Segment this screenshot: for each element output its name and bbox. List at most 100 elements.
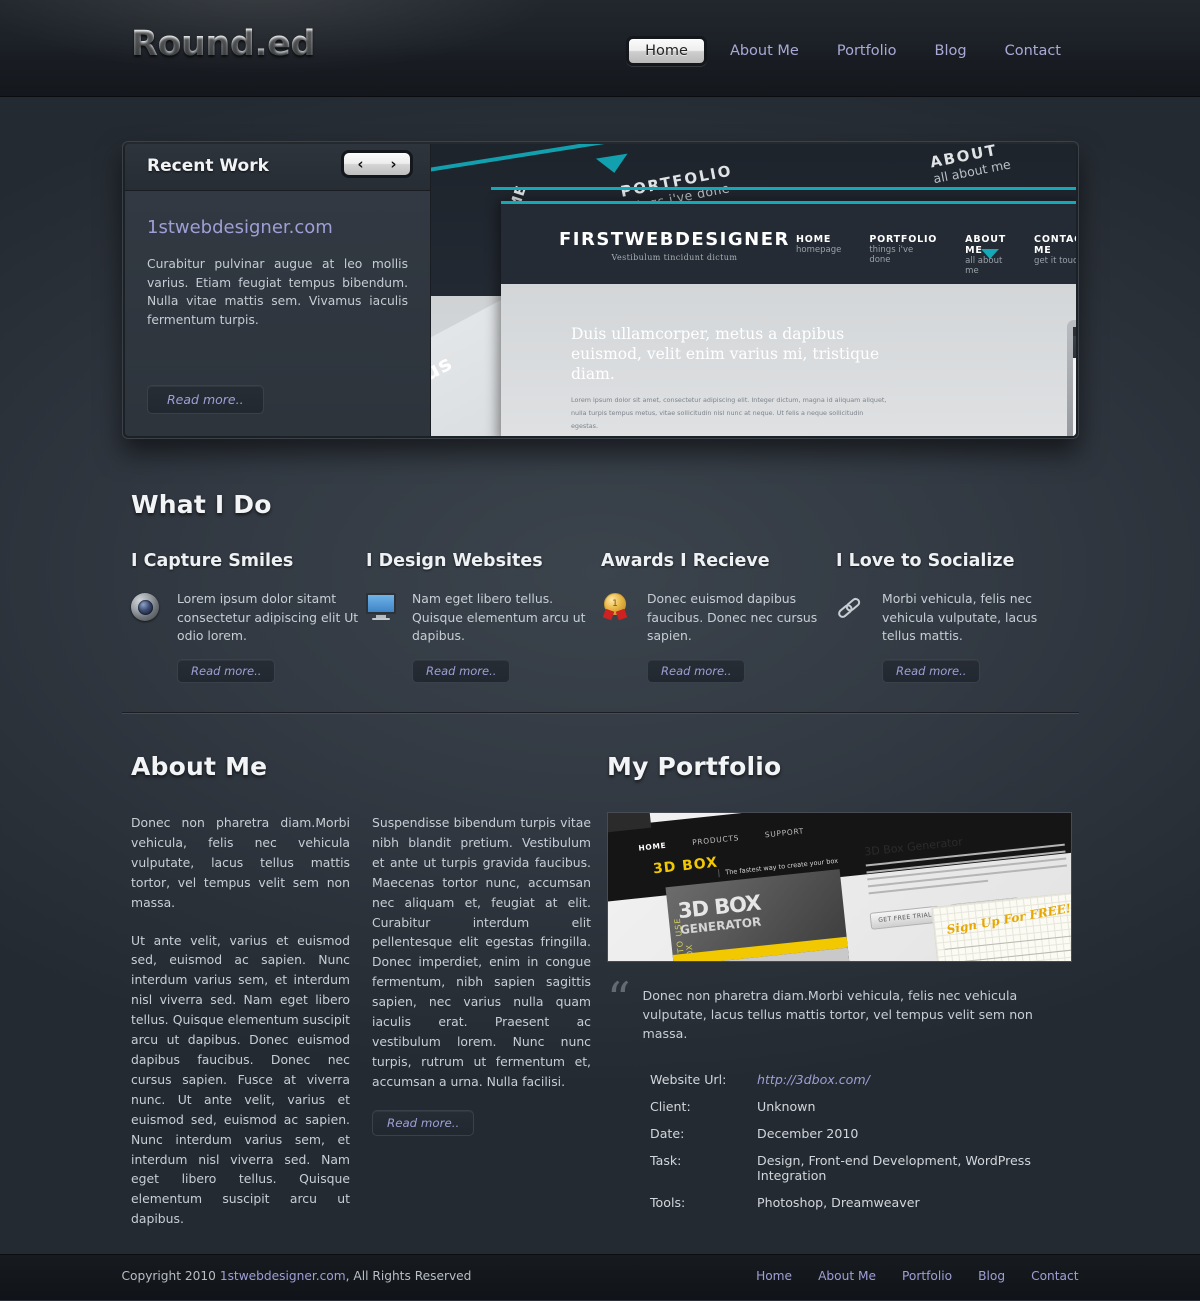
service-heading: I Design Websites [366,551,543,571]
section-divider [122,712,1079,714]
recent-work-read-more-button[interactable]: Read more.. [147,385,264,414]
footer-nav-home[interactable]: Home [756,1269,792,1283]
about-paragraph: Ut ante velit, varius et euismod sed, eu… [131,932,350,1227]
meta-key: Client: [650,1099,691,1114]
medal-icon: 1 [601,590,635,646]
recent-work-item-title[interactable]: 1stwebdesigner.com [147,217,408,238]
service-text: Morbi vehicula, felis nec vehicula vulpu… [882,591,1038,643]
page-root: Round.ed Home About Me Portfolio Blog Co… [0,0,1200,1300]
portfolio-screenshot[interactable]: HOME PRODUCTS SUPPORT 3D BOX The fastest… [607,812,1072,962]
featured-menu-contact-sub: get it touch [1034,256,1076,266]
table-row: Date: December 2010 [650,1121,1047,1146]
footer-nav-about-me[interactable]: About Me [818,1269,876,1283]
imac-mockup: 1st ⚙ 🎁 🖥 ✂ Most Commented [1067,320,1076,436]
footer-nav-portfolio[interactable]: Portfolio [902,1269,952,1283]
recent-work-panel: Recent Work ‹ › 1stwebdesigner.com Curab… [125,144,431,436]
featured-menu-about-title: ABOUT ME [965,234,1007,256]
featured-menu-home[interactable]: HOME homepage [796,234,841,276]
imac-thumb-grid [1073,379,1076,436]
site-header: Round.ed Home About Me Portfolio Blog Co… [0,0,1200,97]
featured-menu-portfolio[interactable]: PORTFOLIO things i've done [869,234,937,276]
footer-copyright-link[interactable]: 1stwebdesigner.com [220,1269,346,1283]
nav-item-blog[interactable]: Blog [916,37,986,66]
meta-key: Date: [650,1126,685,1141]
table-row: Task: Design, Front-end Development, Wor… [650,1148,1047,1188]
portfolio-quote-text: Donec non pharetra diam.Morbi vehicula, … [642,988,1033,1041]
site-logo[interactable]: Round.ed [131,24,315,64]
footer-copyright-prefix: Copyright 2010 [121,1269,220,1283]
service-text: Donec euismod dapibus faucibus. Donec ne… [647,591,818,643]
about-paragraph: Suspendisse bibendum turpis vitae nibh b… [372,815,591,1089]
about-column-2: Suspendisse bibendum turpis vitae nibh b… [372,813,591,1247]
imac-screen-content: 1st ⚙ 🎁 🖥 ✂ Most Commented [1073,327,1076,436]
service-column-awards: Awards I Recieve 1 Donec euismod dapibus… [601,551,836,683]
portfolio-shot-signup-text: Sign Up For FREE! [945,901,1072,937]
service-column-capture-smiles: I Capture Smiles Lorem ipsum dolor sitam… [131,551,366,683]
what-i-do-columns: I Capture Smiles Lorem ipsum dolor sitam… [131,551,1071,683]
teal-triangle-icon [595,153,631,176]
portfolio-shot-signup: Sign Up For FREE! [931,891,1072,961]
about-read-more-button[interactable]: Read more.. [372,1109,475,1136]
featured-image[interactable]: us HOME PORTFOLIO things i've done ABOUT… [431,144,1076,436]
service-read-more-button[interactable]: Read more.. [177,658,276,683]
recent-work-item-text: Curabitur pulvinar augue at leo mollis v… [147,257,408,327]
link-icon [836,590,870,646]
rotated-about-label: ABOUT all about me [929,144,1012,186]
meta-value: http://3dbox.com/ [757,1067,1047,1092]
featured-menu-portfolio-title: PORTFOLIO [869,234,938,245]
service-heading: I Love to Socialize [836,551,1015,571]
service-read-more-button[interactable]: Read more.. [882,658,981,683]
featured-brand-name: FIRSTWEBDESIGNER [559,229,790,250]
portfolio-quote: “ Donec non pharetra diam.Morbi vehicula… [607,976,1072,1043]
what-i-do-section: What I Do I Capture Smiles Lorem ipsum d… [131,490,1071,683]
service-read-more-button[interactable]: Read more.. [647,658,746,683]
monitor-icon [366,590,400,646]
camera-icon [131,590,165,646]
featured-brand: FIRSTWEBDESIGNER Vestibulum tincidunt di… [559,229,790,262]
footer-copyright-suffix: , All Rights Reserved [345,1269,472,1283]
my-portfolio-title: My Portfolio [607,752,782,781]
service-text: Nam eget libero tellus. Quisque elementu… [412,591,586,643]
featured-brand-tagline: Vestibulum tincidunt dictum [611,253,738,262]
featured-slider: us HOME PORTFOLIO things i've done ABOUT… [122,141,1079,439]
recent-work-title: Recent Work [147,156,269,176]
chevron-right-icon[interactable]: › [390,156,396,172]
footer-nav-contact[interactable]: Contact [1031,1269,1078,1283]
featured-menu-home-title: HOME [796,234,832,245]
nav-item-about-me[interactable]: About Me [711,37,818,66]
service-read-more-button[interactable]: Read more.. [412,658,511,683]
imac-screen: 1st ⚙ 🎁 🖥 ✂ Most Commented [1067,320,1076,436]
nav-item-portfolio[interactable]: Portfolio [818,37,916,66]
table-row: Client: Unknown [650,1094,1047,1119]
imac-navbar: 1st ⚙ 🎁 🖥 ✂ [1073,336,1076,358]
site-footer: Copyright 2010 1stwebdesigner.com, All R… [0,1254,1200,1300]
meta-value: Photoshop, Dreamweaver [757,1195,920,1210]
featured-menu: HOME homepage PORTFOLIO things i've done… [796,234,1076,276]
slider-arrows[interactable]: ‹ › [341,150,413,178]
featured-menu-about-sub: all about me [965,256,1003,276]
footer-nav-blog[interactable]: Blog [978,1269,1005,1283]
service-column-design-websites: I Design Websites Nam eget libero tellus… [366,551,601,683]
recent-work-header: Recent Work ‹ › [125,144,430,191]
main-navigation: Home About Me Portfolio Blog Contact [626,36,1080,66]
portfolio-meta-table: Website Url: http://3dbox.com/ Client: U… [648,1065,1049,1217]
table-row: Website Url: http://3dbox.com/ [650,1067,1047,1092]
footer-copyright: Copyright 2010 1stwebdesigner.com, All R… [122,1269,472,1283]
nav-item-home[interactable]: Home [626,36,707,66]
my-portfolio-section: My Portfolio HOME PRODUCTS SUPPORT 3D BO… [607,752,1072,1217]
chevron-left-icon[interactable]: ‹ [357,156,363,172]
recent-work-body: 1stwebdesigner.com Curabitur pulvinar au… [125,191,430,329]
nav-item-contact[interactable]: Contact [986,37,1080,66]
featured-menu-about[interactable]: ABOUT ME all about me [965,234,1006,276]
meta-value: December 2010 [757,1126,859,1141]
service-heading: Awards I Recieve [601,551,770,571]
teal-divider-line [491,187,1076,190]
portfolio-shot-hero-title: 3D BOX GENERATOR [677,891,763,940]
slider-inner: us HOME PORTFOLIO things i've done ABOUT… [125,144,1076,436]
portfolio-website-link[interactable]: http://3dbox.com/ [757,1072,870,1087]
featured-subtext: Lorem ipsum dolor sit amet, consectetur … [571,396,887,430]
featured-menu-contact[interactable]: CONTACT ME get it touch [1034,234,1076,276]
meta-value: Unknown [757,1099,816,1114]
meta-key: Website Url: [650,1072,727,1087]
imac-topbar [1073,327,1076,336]
